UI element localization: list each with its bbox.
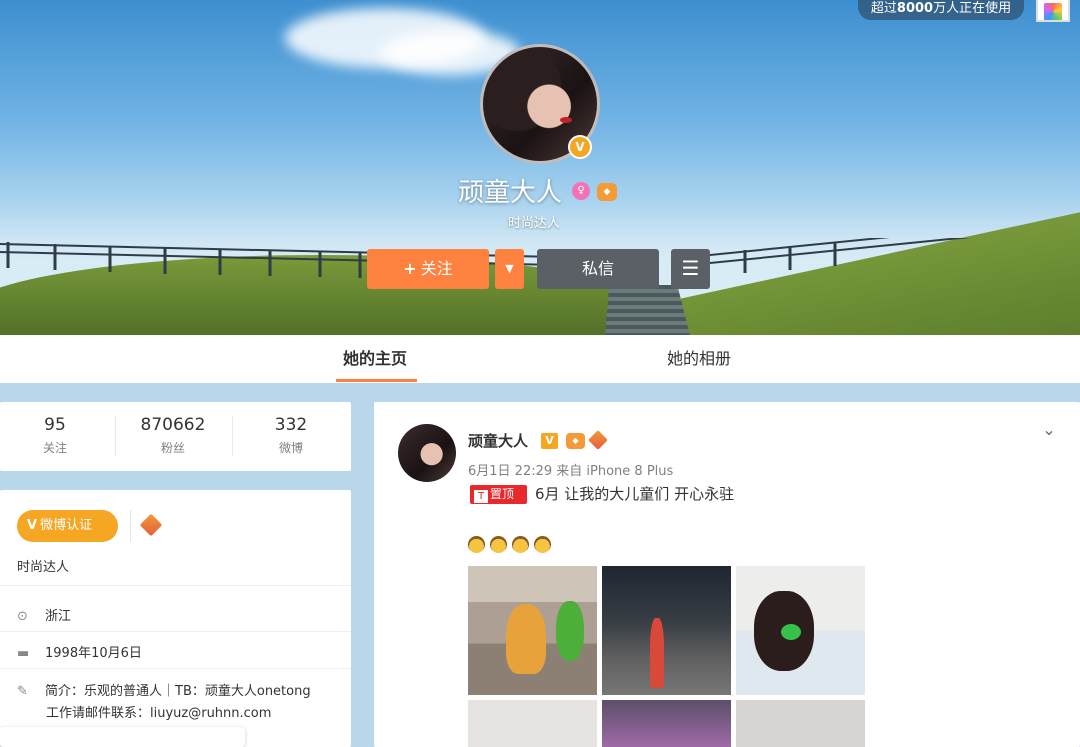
post-photo[interactable] xyxy=(736,700,865,747)
contact-text: 工作请邮件联系：liuyuz@ruhnn.com xyxy=(46,706,272,721)
badge-prefix: 超过 xyxy=(870,1,897,16)
chevron-down-icon[interactable]: ⌄ xyxy=(1038,420,1060,442)
post-photo[interactable] xyxy=(468,700,597,747)
post-photo[interactable] xyxy=(468,566,597,695)
emoji-row xyxy=(468,536,556,557)
cake-icon: ▬ xyxy=(17,646,30,661)
stat-label: 关注 xyxy=(42,441,67,455)
post-meta[interactable]: 6月1日 22:29 来自 iPhone 8 Plus xyxy=(468,460,673,479)
bio-row: ✎ 简介：乐观的普通人｜TB：顽童大人onetong xyxy=(17,680,311,699)
message-button[interactable]: 私信 xyxy=(537,249,659,289)
verified-icon: V xyxy=(27,518,38,533)
post-photo[interactable] xyxy=(602,566,731,695)
bear-emoji-icon xyxy=(490,536,507,553)
pin-icon: T xyxy=(474,490,488,503)
verified-icon: V xyxy=(568,135,592,159)
follow-label: 关注 xyxy=(420,259,453,278)
post-author[interactable]: 顽童大人 xyxy=(468,430,528,451)
verify-label: 微博认证 xyxy=(40,518,93,533)
info-card: V 微博认证 时尚达人 ⊙ 浙江 ▬ 1998年10月6日 ✎ 简介：乐观的普通人｜TB… xyxy=(0,490,351,747)
active-tab-indicator xyxy=(336,379,417,382)
pinned-label: 置顶 xyxy=(490,487,515,501)
bio-text: 简介：乐观的普通人｜TB：顽童大人onetong xyxy=(45,684,311,699)
app-icon[interactable] xyxy=(1036,0,1070,22)
hamburger-icon: ☰ xyxy=(681,256,700,280)
medal-icon[interactable] xyxy=(588,430,608,450)
level-icon[interactable]: ◆ xyxy=(566,433,585,449)
pinned-post-card: 顽童大人 V ◆ 6月1日 22:29 来自 iPhone 8 Plus ⌄ T… xyxy=(374,402,1080,747)
divider xyxy=(0,668,351,669)
divider xyxy=(0,631,351,632)
location-pin-icon: ⊙ xyxy=(17,609,28,624)
divider xyxy=(0,585,351,586)
profile-tabs: 她的主页 她的相册 xyxy=(0,335,1080,383)
stat-number: 95 xyxy=(44,415,66,435)
stat-followers[interactable]: 870662 粉丝 xyxy=(118,415,228,456)
post-text: 6月 让我的大儿童们 开心永驻 xyxy=(535,485,735,503)
badge-number: 8000 xyxy=(896,1,934,16)
stat-label: 微博 xyxy=(278,441,303,455)
profile-title: 时尚达人 xyxy=(508,216,561,231)
location-text: 浙江 xyxy=(45,609,72,624)
birthday-row: ▬ 1998年10月6日 xyxy=(17,642,142,661)
member-icon[interactable]: ♀ xyxy=(572,182,590,200)
color-square-icon xyxy=(1044,3,1062,20)
post-photo[interactable] xyxy=(602,700,731,747)
verified-title: 时尚达人 xyxy=(17,560,70,575)
follow-dropdown-button[interactable]: ▼ xyxy=(495,249,524,289)
weibo-verify-button[interactable]: V 微博认证 xyxy=(17,510,118,542)
edit-icon: ✎ xyxy=(17,684,28,699)
stat-number: 870662 xyxy=(140,415,206,435)
post-avatar[interactable] xyxy=(398,424,456,482)
caret-down-icon: ▼ xyxy=(505,262,514,275)
stats-card: 95 关注 870662 粉丝 332 微博 xyxy=(0,402,351,471)
badge-suffix: 万人正在使用 xyxy=(933,1,1012,16)
divider xyxy=(130,510,131,542)
tab-album[interactable]: 她的相册 xyxy=(667,345,731,369)
profile-nickname: 顽童大人 xyxy=(458,178,563,208)
stat-following[interactable]: 95 关注 xyxy=(0,415,110,456)
stat-label: 粉丝 xyxy=(160,441,185,455)
follow-button[interactable]: + 关注 xyxy=(367,249,489,289)
stat-number: 332 xyxy=(274,415,308,435)
level-icon[interactable]: ◆ xyxy=(597,183,617,201)
stat-posts[interactable]: 332 微博 xyxy=(236,415,346,456)
popup-panel xyxy=(0,727,245,747)
tab-home[interactable]: 她的主页 xyxy=(343,345,407,369)
user-count-badge[interactable]: 超过8000万人正在使用 xyxy=(858,0,1024,20)
divider xyxy=(232,416,233,456)
medal-icon[interactable] xyxy=(139,513,163,537)
bear-emoji-icon xyxy=(512,536,529,553)
verified-icon: V xyxy=(541,433,558,449)
divider xyxy=(115,416,116,456)
bear-emoji-icon xyxy=(534,536,551,553)
pinned-badge: T 置顶 xyxy=(470,485,527,504)
plus-icon: + xyxy=(403,259,417,278)
birthday-text: 1998年10月6日 xyxy=(45,646,142,661)
post-photo[interactable] xyxy=(736,566,865,695)
bear-emoji-icon xyxy=(468,536,485,553)
stairs xyxy=(605,285,690,335)
location-row: ⊙ 浙江 xyxy=(17,605,71,624)
more-menu-button[interactable]: ☰ xyxy=(671,249,710,289)
